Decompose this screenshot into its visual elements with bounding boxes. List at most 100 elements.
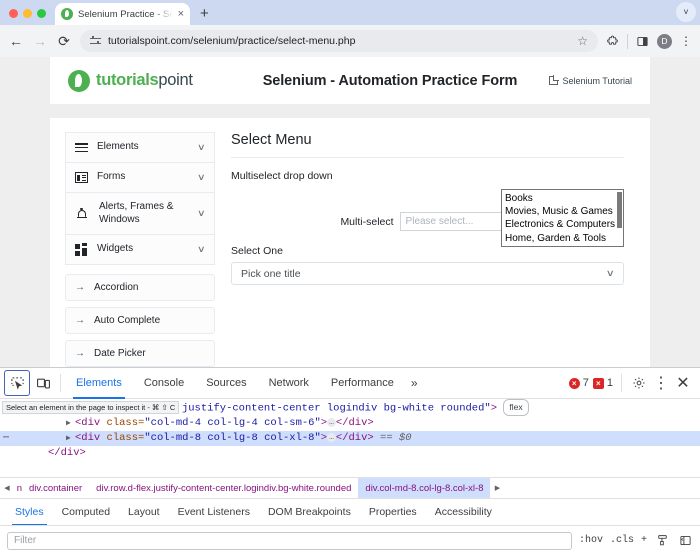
sidebar-item-label: Alerts, Frames & Windows xyxy=(99,201,189,226)
multi-select-input[interactable]: Please select... xyxy=(400,212,515,231)
tab-event-listeners[interactable]: Event Listeners xyxy=(169,499,259,526)
bookmark-icon[interactable]: ☆ xyxy=(577,34,588,48)
device-toolbar-icon[interactable] xyxy=(30,370,56,396)
tab-performance[interactable]: Performance xyxy=(320,368,405,399)
styles-pane-tab-bar: Styles Computed Layout Event Listeners D… xyxy=(0,498,700,525)
tab-elements[interactable]: Elements xyxy=(65,368,133,399)
tab-computed[interactable]: Computed xyxy=(53,499,119,526)
sidebar-item-date-picker[interactable]: → Date Picker xyxy=(65,340,215,367)
tab-dom-breakpoints[interactable]: DOM Breakpoints xyxy=(259,499,360,526)
expand-triangle-icon[interactable]: ▶ xyxy=(66,416,75,431)
tab-properties[interactable]: Properties xyxy=(360,499,426,526)
browser-window: Selenium Practice - Select M × + ˅ ← → ⟳… xyxy=(0,0,700,555)
close-icon[interactable]: ✕ xyxy=(674,374,692,392)
back-button[interactable]: ← xyxy=(8,33,24,49)
section-heading: Select Menu xyxy=(231,132,624,148)
collapsed-children-icon[interactable]: … xyxy=(327,418,336,427)
breadcrumb-item[interactable]: div.container xyxy=(22,478,89,499)
dom-attr: class= xyxy=(107,432,145,444)
tab-layout[interactable]: Layout xyxy=(119,499,169,526)
dom-tree[interactable]: ▼<div class="row d-flex justify-content-… xyxy=(0,399,700,477)
hov-button[interactable]: :hov xyxy=(579,535,603,546)
sidebar-item-label: Widgets xyxy=(97,243,189,256)
list-item[interactable]: Books xyxy=(502,192,623,205)
split-panel-icon[interactable] xyxy=(636,35,649,48)
kebab-menu-icon[interactable]: ⋮ xyxy=(652,374,670,392)
page-title: Selenium - Automation Practice Form xyxy=(258,73,522,89)
sidebar-item-forms[interactable]: Forms ∨ xyxy=(66,163,214,193)
main-column: Select Menu Multiselect drop down Multi-… xyxy=(215,132,640,400)
chevron-down-icon[interactable]: ˅ xyxy=(676,2,696,22)
window-controls xyxy=(0,9,55,25)
tab-accessibility[interactable]: Accessibility xyxy=(426,499,501,526)
browser-menu-icon[interactable]: ⋮ xyxy=(680,35,692,47)
close-icon[interactable]: × xyxy=(178,9,184,20)
cls-button[interactable]: .cls xyxy=(610,535,634,546)
dom-tag: <div xyxy=(75,417,100,429)
sidebar-item-widgets[interactable]: Widgets ∨ xyxy=(66,235,214,265)
maximize-window-button[interactable] xyxy=(37,9,46,18)
dom-row[interactable]: ▶<div class="col-md-4 col-lg-4 col-sm-6"… xyxy=(0,416,700,431)
gear-icon[interactable] xyxy=(630,374,648,392)
chevron-down-icon[interactable]: ∨ xyxy=(197,208,206,219)
list-item[interactable]: Electronics & Computers xyxy=(502,218,623,231)
minimize-window-button[interactable] xyxy=(23,9,32,18)
list-item[interactable]: Home, Garden & Tools xyxy=(502,232,623,245)
breadcrumb-item[interactable]: n xyxy=(14,478,22,499)
logo-text-primary: tutorials xyxy=(96,71,158,89)
breadcrumb-scroll-right-icon[interactable]: ▶ xyxy=(490,484,504,492)
toggle-sidebar-icon[interactable] xyxy=(677,533,693,549)
filter-input[interactable]: Filter xyxy=(7,532,572,550)
close-window-button[interactable] xyxy=(9,9,18,18)
chevron-down-icon[interactable]: ∨ xyxy=(197,172,206,183)
external-link-icon xyxy=(549,76,558,85)
arrow-right-icon: → xyxy=(75,348,85,359)
tab-network[interactable]: Network xyxy=(258,368,320,399)
breadcrumb-item[interactable]: div.row.d-flex.justify-content-center.lo… xyxy=(89,478,358,499)
sidebar-item-auto-complete[interactable]: → Auto Complete xyxy=(65,307,215,334)
row-overflow-icon[interactable]: ⋯ xyxy=(3,431,8,446)
grid-icon xyxy=(75,243,88,256)
flex-badge[interactable]: flex xyxy=(503,399,528,416)
site-logo[interactable]: tutorialspoint xyxy=(68,70,258,92)
select-one-dropdown[interactable]: Pick one title ∨ xyxy=(231,262,624,285)
reload-button[interactable]: ⟳ xyxy=(56,33,72,50)
inspect-element-icon[interactable] xyxy=(4,370,30,396)
chevron-down-icon[interactable]: ∨ xyxy=(197,142,206,153)
warning-badge[interactable]: × 1 xyxy=(593,377,613,389)
sidebar-item-alerts-frames-windows[interactable]: Alerts, Frames & Windows ∨ xyxy=(66,193,214,235)
puzzle-icon[interactable] xyxy=(606,35,619,48)
multi-select-dropdown-list[interactable]: Books Movies, Music & Games Electronics … xyxy=(501,189,624,247)
selenium-tutorial-link[interactable]: Selenium Tutorial xyxy=(522,76,632,86)
tab-sources[interactable]: Sources xyxy=(195,368,257,399)
new-tab-button[interactable]: + xyxy=(200,5,209,25)
list-item[interactable]: Movies, Music & Games xyxy=(502,205,623,218)
error-badge[interactable]: × 7 xyxy=(569,377,589,389)
site-settings-icon[interactable] xyxy=(90,37,101,46)
expand-triangle-icon[interactable]: ▶ xyxy=(66,431,75,446)
sidebar-item-accordion[interactable]: → Accordion xyxy=(65,274,215,301)
forward-button[interactable]: → xyxy=(32,33,48,49)
breadcrumb-item-selected[interactable]: div.col-md-8.col-lg-8.col-xl-8 xyxy=(358,478,490,499)
hamburger-icon xyxy=(75,141,88,154)
collapsed-children-icon[interactable]: … xyxy=(327,433,336,442)
avatar[interactable]: D xyxy=(657,34,672,49)
arrow-right-icon: → xyxy=(75,315,85,326)
tutorialspoint-favicon xyxy=(61,8,73,20)
new-style-rule-button[interactable]: + xyxy=(641,535,647,546)
dom-row[interactable]: ⋯▶<div class="col-md-8 col-lg-8 col-xl-8… xyxy=(0,431,700,446)
sidebar-item-label: Elements xyxy=(97,141,189,154)
dropdown-scrollbar[interactable] xyxy=(617,192,622,228)
dom-row[interactable]: </div> xyxy=(0,446,700,461)
address-bar[interactable]: tutorialspoint.com/selenium/practice/sel… xyxy=(80,30,598,52)
toolbar-divider xyxy=(627,34,628,49)
breadcrumb-scroll-left-icon[interactable]: ◀ xyxy=(0,484,14,492)
chevron-down-icon[interactable]: ∨ xyxy=(197,244,206,255)
print-preview-icon[interactable] xyxy=(654,533,670,549)
tab-console[interactable]: Console xyxy=(133,368,195,399)
browser-tab[interactable]: Selenium Practice - Select M × xyxy=(55,3,190,25)
more-tabs-icon[interactable]: » xyxy=(405,376,423,390)
browser-toolbar: ← → ⟳ tutorialspoint.com/selenium/practi… xyxy=(0,25,700,57)
sidebar-item-elements[interactable]: Elements ∨ xyxy=(66,133,214,163)
tab-styles[interactable]: Styles xyxy=(6,499,53,526)
